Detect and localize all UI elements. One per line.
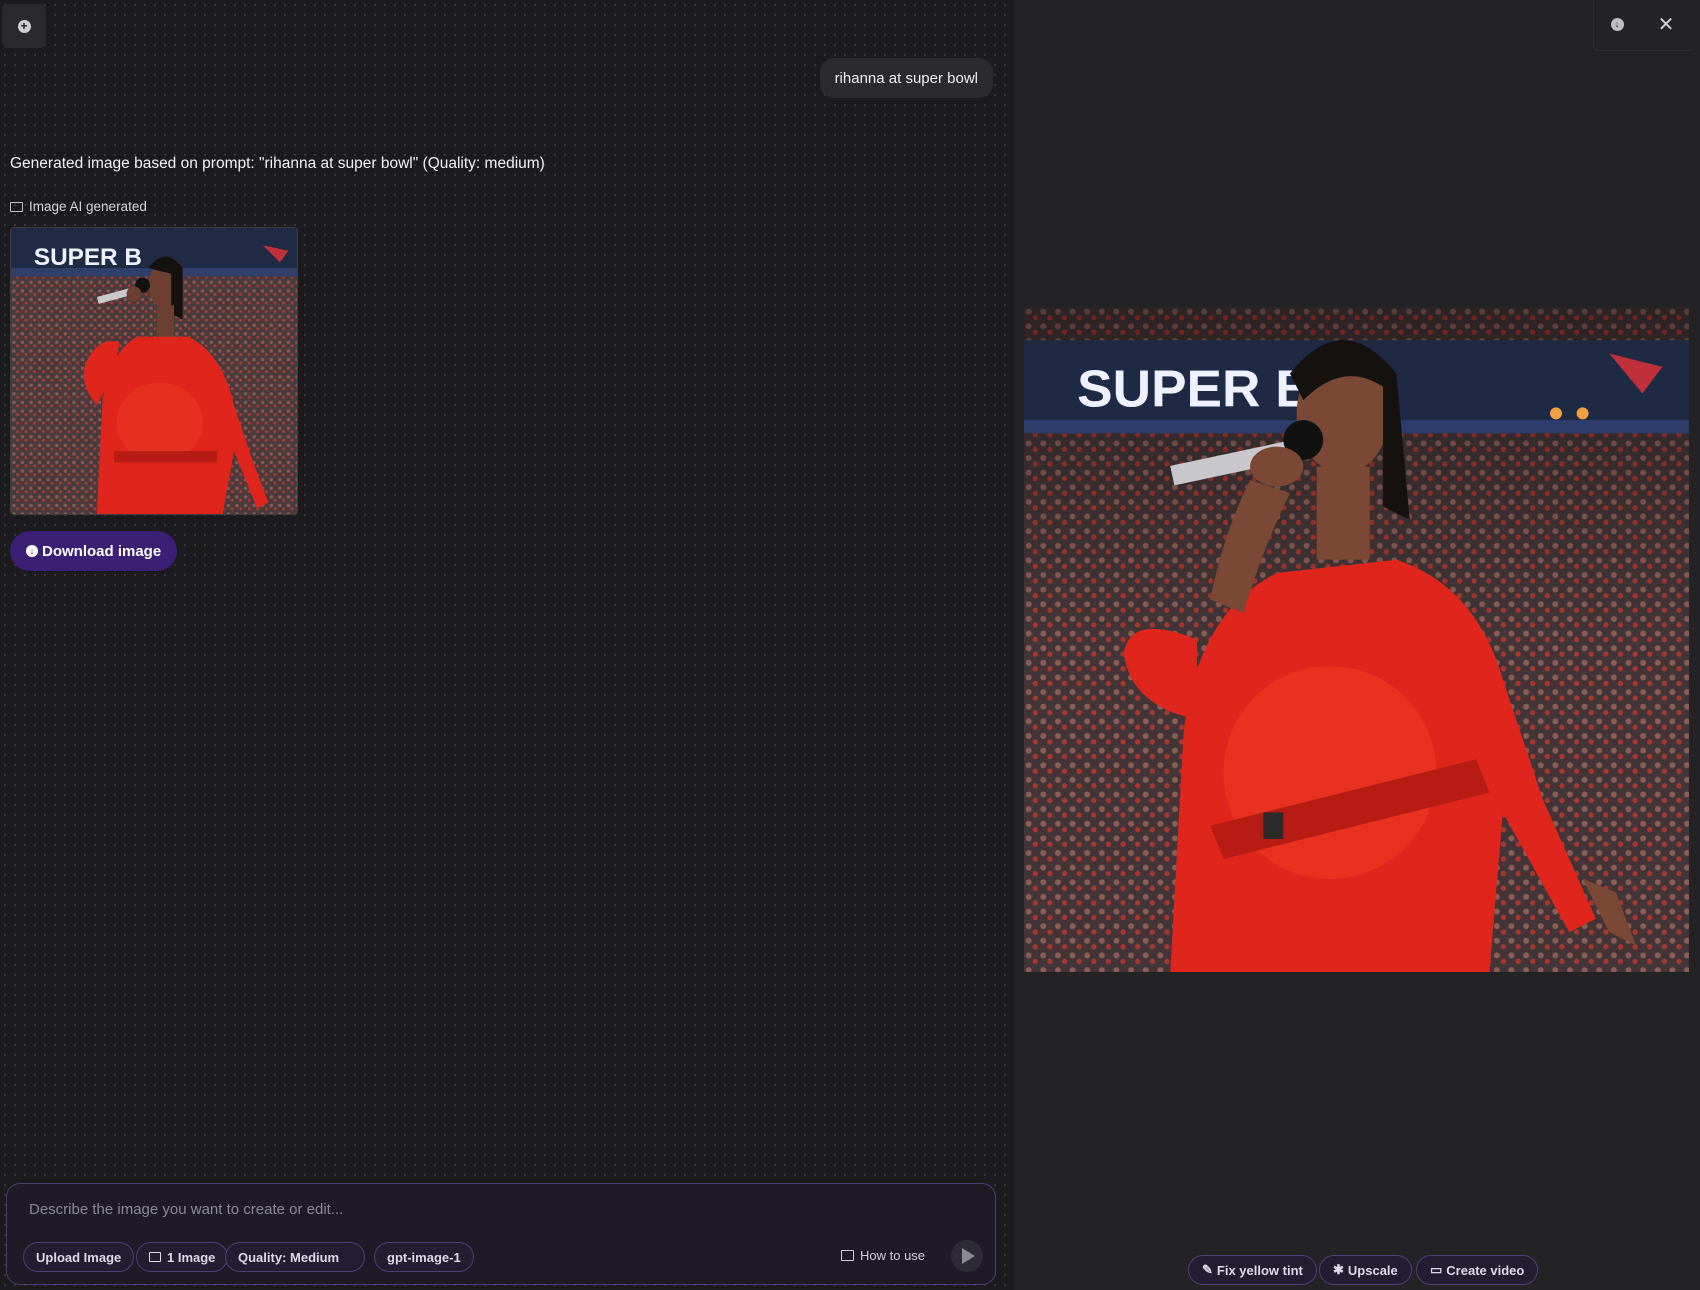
download-image-button[interactable]: ↓ Download image bbox=[10, 531, 178, 571]
how-to-use-link[interactable]: How to use bbox=[841, 1248, 925, 1263]
thumbnail-illustration: SUPER B bbox=[11, 228, 297, 514]
quality-label: Quality: Medium bbox=[238, 1249, 340, 1265]
close-icon: ✕ bbox=[1657, 13, 1675, 36]
user-message-text: rihanna at super bowl bbox=[834, 69, 978, 87]
preview-download-button[interactable]: ↓ bbox=[1607, 14, 1627, 34]
upscale-button[interactable]: ✱ Upscale bbox=[1319, 1255, 1412, 1285]
create-video-label: Create video bbox=[1446, 1262, 1525, 1278]
ai-response-text: Generated image based on prompt: "rihann… bbox=[10, 155, 545, 172]
how-to-use-label: How to use bbox=[860, 1248, 926, 1263]
plus-circle-icon: + bbox=[17, 19, 31, 33]
fix-yellow-tint-button[interactable]: ✎ Fix yellow tint bbox=[1188, 1255, 1317, 1285]
image-icon bbox=[10, 201, 23, 212]
fix-yellow-tint-label: Fix yellow tint bbox=[1216, 1262, 1303, 1278]
chat-panel: + rihanna at super bowl Generated image … bbox=[0, 0, 1014, 1290]
thumbnail-banner-text: SUPER B bbox=[34, 244, 142, 271]
send-icon bbox=[962, 1248, 975, 1264]
pencil-icon: ✎ bbox=[1202, 1262, 1213, 1277]
preview-illustration: SUPER B bbox=[1024, 307, 1689, 972]
download-icon: ↓ bbox=[1610, 17, 1624, 31]
image-count-label: 1 Image bbox=[167, 1249, 216, 1265]
download-image-label: Download image bbox=[42, 542, 162, 560]
image-count-selector[interactable]: 1 Image bbox=[136, 1242, 229, 1272]
prompt-input[interactable] bbox=[27, 1200, 931, 1219]
user-message: rihanna at super bowl bbox=[819, 58, 993, 98]
generated-image-thumbnail[interactable]: SUPER B bbox=[10, 227, 298, 515]
model-label: gpt-image-1 bbox=[387, 1249, 461, 1265]
close-preview-button[interactable]: ✕ bbox=[1656, 13, 1676, 36]
sparkle-icon: ✱ bbox=[1333, 1262, 1344, 1277]
image-label-text: Image AI generated bbox=[29, 199, 147, 214]
preview-image[interactable]: SUPER B bbox=[1024, 307, 1689, 972]
upscale-label: Upscale bbox=[1347, 1262, 1398, 1278]
upload-image-button[interactable]: Upload Image bbox=[23, 1242, 135, 1272]
image-icon bbox=[149, 1252, 161, 1262]
new-chat-button[interactable]: + bbox=[2, 4, 46, 48]
upload-image-label: Upload Image bbox=[36, 1249, 122, 1265]
quality-selector[interactable]: Quality: Medium bbox=[225, 1242, 365, 1272]
send-button[interactable] bbox=[951, 1240, 983, 1272]
model-selector[interactable]: gpt-image-1 bbox=[374, 1242, 474, 1272]
chat-icon bbox=[841, 1250, 854, 1261]
create-video-button[interactable]: ▭ Create video bbox=[1416, 1255, 1539, 1285]
preview-banner-text: SUPER B bbox=[1077, 360, 1313, 419]
download-icon: ↓ bbox=[26, 545, 38, 557]
image-label: Image AI generated bbox=[10, 199, 147, 214]
video-icon: ▭ bbox=[1430, 1262, 1443, 1277]
composer: Upload Image 1 Image Quality: Medium gpt… bbox=[6, 1183, 996, 1285]
